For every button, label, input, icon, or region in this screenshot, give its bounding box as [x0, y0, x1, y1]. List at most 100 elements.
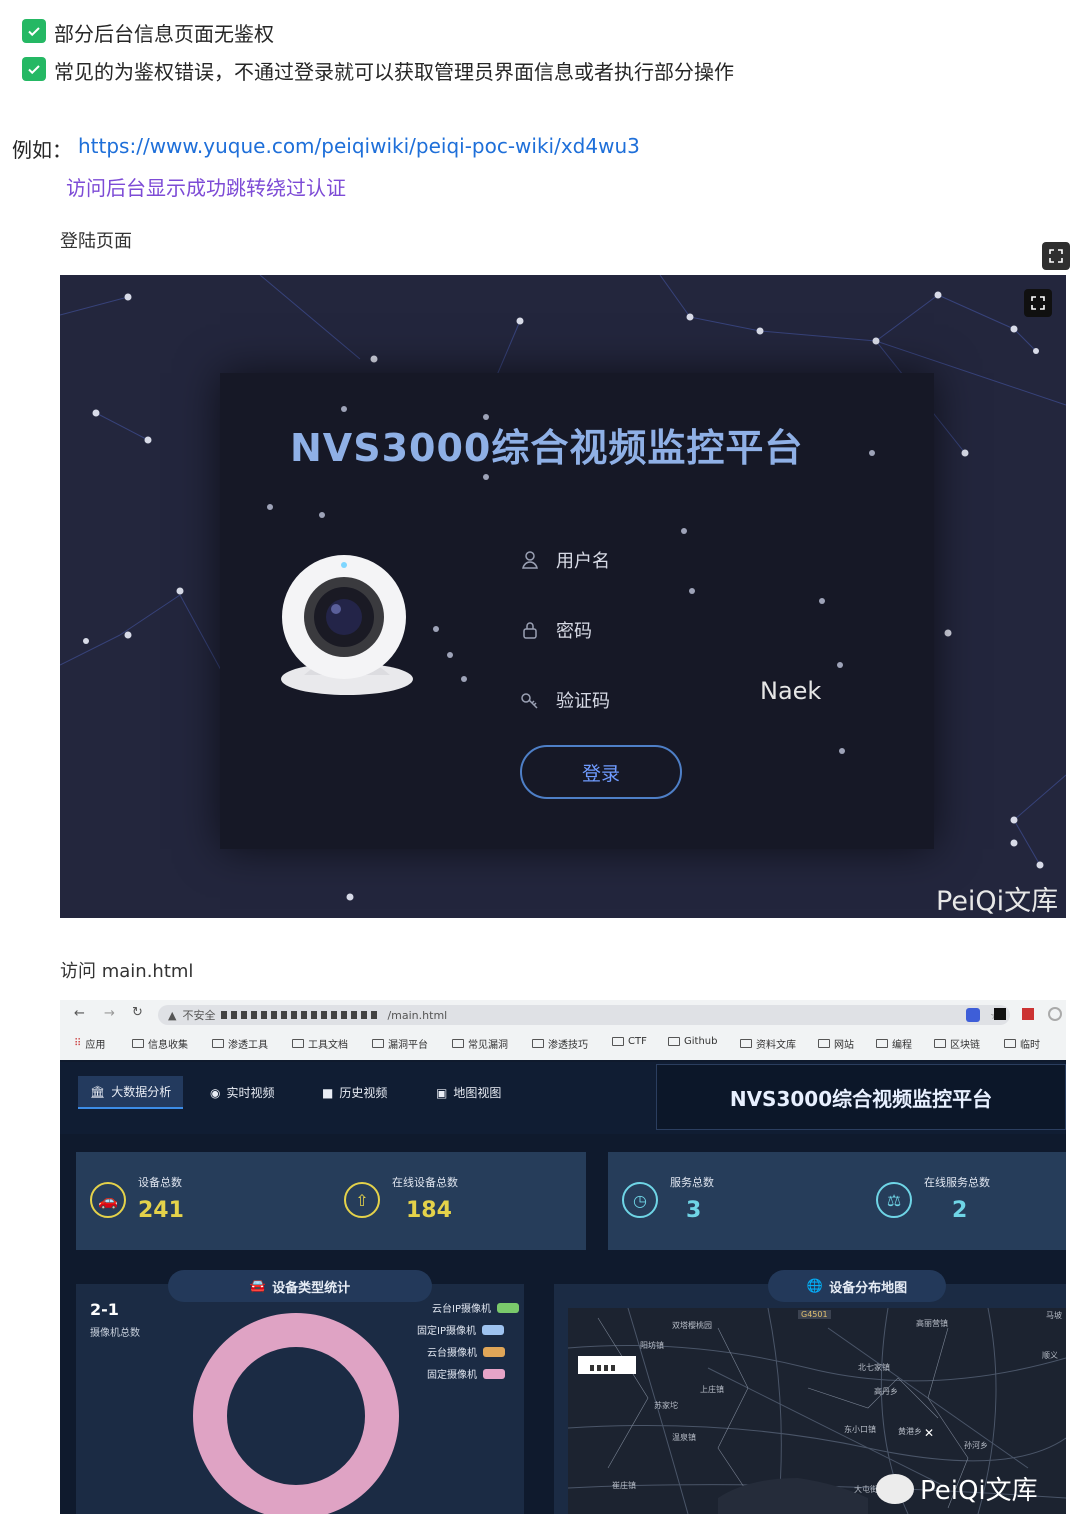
tab-map-view[interactable]: ▣ 地图视图: [436, 1084, 501, 1101]
bookmark-folder[interactable]: CTF: [612, 1036, 647, 1047]
bookmark-apps[interactable]: ⠿ 应用: [74, 1036, 105, 1051]
bookmark-folder[interactable]: 渗透工具: [212, 1036, 268, 1051]
map-icon: ▣: [436, 1085, 448, 1100]
bookmark-folder[interactable]: 渗透技巧: [532, 1036, 588, 1051]
bookmark-folder[interactable]: 区块链: [934, 1036, 980, 1051]
map-pin-icon[interactable]: ✕: [924, 1426, 934, 1440]
watermark: PeiQi文库: [876, 1470, 1038, 1507]
key-icon: [521, 693, 538, 709]
timer-icon: ◷: [622, 1182, 658, 1218]
forward-icon[interactable]: →: [104, 1006, 115, 1021]
legend-item: 云台IP摄像机: [432, 1300, 519, 1315]
donut-ring: [193, 1313, 399, 1514]
address-bar[interactable]: ▲ 不安全 /main.html ☆: [158, 1005, 1010, 1025]
map-label: 马坡: [1046, 1311, 1062, 1320]
reload-icon[interactable]: ↻: [132, 1005, 143, 1020]
map-label: 东小口镇: [844, 1425, 876, 1434]
inner-fullscreen-button[interactable]: [1024, 289, 1052, 317]
warning-icon: ▲: [168, 1008, 177, 1022]
profile-icon[interactable]: [1048, 1007, 1062, 1021]
device-type-panel: 2-1 摄像机总数 云台IP摄像机 固定IP摄像机 云台摄像机 固定摄像机: [76, 1284, 524, 1514]
captcha-image[interactable]: Naek: [760, 677, 821, 705]
checklist-item-2: 常见的为鉴权错误，不通过登录就可以获取管理员界面信息或者执行部分操作: [54, 60, 734, 84]
folder-icon: [818, 1039, 830, 1048]
fullscreen-icon: [1031, 296, 1045, 310]
username-field[interactable]: 用户名: [520, 547, 610, 573]
checklist-item-1: 部分后台信息页面无鉴权: [54, 22, 274, 46]
bookmark-folder[interactable]: 常见漏洞: [452, 1036, 508, 1051]
url-suffix: /main.html: [387, 1008, 448, 1022]
extension-icon[interactable]: [966, 1008, 980, 1022]
stat-label: 在线设备总数: [392, 1176, 458, 1189]
folder-icon: [532, 1039, 544, 1048]
browser-chrome: ← → ↻ ▲ 不安全 /main.html ☆ ⠿应用 信息收集 渗透工具 工…: [60, 1000, 1066, 1060]
bookmark-folder[interactable]: Github: [668, 1036, 717, 1047]
map-label: 阳坊镇: [640, 1341, 664, 1350]
login-button[interactable]: 登录: [520, 745, 682, 799]
lock-icon: [523, 622, 537, 639]
video-icon: ■: [322, 1085, 334, 1100]
captcha-field[interactable]: 验证码: [520, 687, 610, 713]
section-caption-login: 登陆页面: [60, 231, 132, 252]
back-icon[interactable]: ←: [74, 1006, 85, 1021]
stat-value: 2: [952, 1198, 968, 1223]
extension-icon-red[interactable]: [1022, 1008, 1034, 1020]
bookmark-folder[interactable]: 工具文档: [292, 1036, 348, 1051]
device-donut-chart: [193, 1313, 399, 1514]
map-label: 崔庄镇: [612, 1481, 636, 1490]
map-marker-label[interactable]: [578, 1356, 636, 1374]
example-note: 访问后台显示成功跳转绕过认证: [66, 176, 346, 200]
bookmark-folder[interactable]: 信息收集: [132, 1036, 188, 1051]
stat-value: 241: [138, 1198, 184, 1223]
fullscreen-button[interactable]: [1042, 242, 1070, 270]
bookmark-folder[interactable]: 临时: [1004, 1036, 1040, 1051]
folder-icon: [934, 1039, 946, 1048]
stat-label: 服务总数: [670, 1176, 714, 1189]
bookmark-folder[interactable]: 编程: [876, 1036, 912, 1051]
folder-icon: [372, 1039, 384, 1048]
car-icon: 🚘: [249, 1278, 267, 1294]
password-label: 密码: [556, 621, 592, 642]
user-icon: [522, 551, 538, 569]
notion-icon[interactable]: [994, 1008, 1006, 1020]
dashboard-title: NVS3000综合视频监控平台: [656, 1064, 1066, 1130]
tab-history-video[interactable]: ■ 历史视频: [322, 1084, 387, 1101]
folder-icon: [292, 1039, 304, 1048]
password-field[interactable]: 密码: [520, 617, 592, 643]
camera-total-value: 2-1: [90, 1300, 119, 1319]
bookmark-folder[interactable]: 漏洞平台: [372, 1036, 428, 1051]
tab-live-video[interactable]: ◉ 实时视频: [210, 1084, 275, 1101]
checkbox-checked-2[interactable]: [22, 57, 46, 81]
device-panel-title: 🚘 设备类型统计: [168, 1270, 432, 1302]
map-label: 上庄镇: [700, 1385, 724, 1394]
wechat-icon: [876, 1473, 914, 1504]
security-label: 不安全: [182, 1009, 216, 1022]
legend-item: 固定IP摄像机: [417, 1322, 504, 1337]
map-label: G4501: [798, 1310, 831, 1319]
example-link[interactable]: https://www.yuque.com/peiqiwiki/peiqi-po…: [78, 134, 640, 158]
watermark: PeiQi文库: [936, 886, 1059, 917]
captcha-label: 验证码: [556, 691, 610, 712]
stat-label: 在线服务总数: [924, 1176, 990, 1189]
redacted-host: [221, 1011, 382, 1019]
map-label: 高丹乡: [874, 1387, 898, 1396]
login-card: NVS3000综合视频监控平台 用户名 密码 验证码 Naek 登录: [220, 373, 934, 849]
camera-icon: ◉: [210, 1085, 221, 1100]
tab-big-data[interactable]: 🏛 大数据分析: [78, 1076, 184, 1109]
map-label: 黄港乡: [898, 1427, 922, 1436]
fullscreen-icon: [1049, 249, 1063, 263]
map-label: 温泉镇: [672, 1433, 696, 1442]
folder-icon: [132, 1039, 144, 1048]
checkbox-checked-1[interactable]: [22, 19, 46, 43]
webcam-icon: [281, 555, 413, 695]
upload-icon: ⇧: [344, 1182, 380, 1218]
folder-icon: [612, 1037, 624, 1046]
folder-icon: [740, 1039, 752, 1048]
bank-icon: 🏛: [90, 1084, 106, 1099]
map-label: 高丽营镇: [916, 1319, 948, 1328]
map-label: 顺义: [1042, 1351, 1058, 1360]
bookmark-folder[interactable]: 网站: [818, 1036, 854, 1051]
map-label: 北七家镇: [858, 1363, 890, 1372]
bookmark-folder[interactable]: 资料文库: [740, 1036, 796, 1051]
legend-item: 固定摄像机: [427, 1366, 505, 1381]
